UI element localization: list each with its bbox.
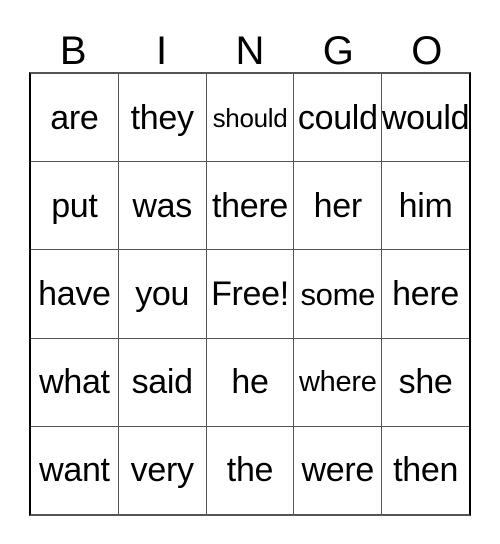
bingo-cell-word: what <box>39 363 110 402</box>
bingo-cell-word: should <box>212 102 288 133</box>
bingo-grid: are they should could would put was ther… <box>29 72 471 516</box>
bingo-cell-word: him <box>398 186 453 225</box>
bingo-header-row: B I N G O <box>29 18 471 72</box>
bingo-header-letter-o: O <box>411 29 443 73</box>
bingo-cell[interactable]: then <box>381 426 469 515</box>
bingo-cell[interactable]: her <box>293 162 382 250</box>
bingo-cell[interactable]: want <box>31 426 118 515</box>
bingo-cell[interactable]: very <box>117 426 206 515</box>
bingo-cell-word: then <box>393 451 459 490</box>
bingo-header-letter-n: N <box>235 29 265 73</box>
bingo-cell[interactable]: there <box>205 162 294 250</box>
bingo-cell[interactable]: would <box>381 74 469 162</box>
bingo-free-space-label: Free! <box>211 275 289 313</box>
bingo-cell[interactable]: was <box>117 162 206 250</box>
bingo-row: put was there her him <box>31 161 469 250</box>
bingo-cell[interactable]: should <box>205 74 294 162</box>
bingo-cell-word: you <box>135 275 190 313</box>
bingo-cell-word: she <box>398 363 453 402</box>
bingo-cell-word: some <box>300 276 376 312</box>
bingo-row: want very the were then <box>31 425 469 515</box>
bingo-cell[interactable]: are <box>31 74 118 162</box>
bingo-card: B I N G O are they should could would pu… <box>29 18 471 516</box>
bingo-cell[interactable]: she <box>381 338 469 426</box>
bingo-cell[interactable]: here <box>381 250 469 338</box>
bingo-cell-word: would <box>381 98 469 137</box>
bingo-cell[interactable]: could <box>293 74 382 162</box>
bingo-cell-word: are <box>50 98 99 137</box>
bingo-cell-word: here <box>392 275 460 313</box>
bingo-row: are they should could would <box>31 74 469 162</box>
bingo-cell[interactable]: he <box>205 338 294 426</box>
bingo-header-letter-g: G <box>322 29 354 73</box>
bingo-cell[interactable]: what <box>31 338 118 426</box>
bingo-cell-word: there <box>211 186 288 225</box>
bingo-cell-word: said <box>131 363 193 402</box>
bingo-cell-word: could <box>297 98 378 137</box>
bingo-cell-word: were <box>301 451 375 490</box>
bingo-cell-word: have <box>38 275 111 313</box>
bingo-cell-word: they <box>130 98 194 137</box>
bingo-cell-word: her <box>313 186 363 225</box>
bingo-cell[interactable]: they <box>117 74 206 162</box>
bingo-cell[interactable]: him <box>381 162 469 250</box>
bingo-free-space-cell[interactable]: Free! <box>205 250 294 338</box>
bingo-cell-word: put <box>51 186 98 225</box>
bingo-cell[interactable]: said <box>117 338 206 426</box>
bingo-cell[interactable]: the <box>205 426 294 515</box>
bingo-row: what said he where she <box>31 337 469 426</box>
bingo-cell-word: he <box>231 363 269 402</box>
bingo-cell-word: want <box>39 451 110 490</box>
bingo-cell[interactable]: were <box>293 426 382 515</box>
bingo-cell[interactable]: where <box>293 338 382 426</box>
bingo-cell[interactable]: you <box>117 250 206 338</box>
bingo-cell[interactable]: some <box>293 250 382 338</box>
bingo-cell-word: the <box>226 451 274 490</box>
bingo-row: have you Free! some here <box>31 249 469 338</box>
bingo-header-letter-b: B <box>59 29 87 73</box>
bingo-cell[interactable]: have <box>31 250 118 338</box>
bingo-cell-word: was <box>132 186 192 225</box>
bingo-cell-word: very <box>130 451 194 490</box>
bingo-header-letter-i: I <box>156 29 168 73</box>
bingo-cell[interactable]: put <box>31 162 118 250</box>
bingo-cell-word: where <box>299 365 377 398</box>
